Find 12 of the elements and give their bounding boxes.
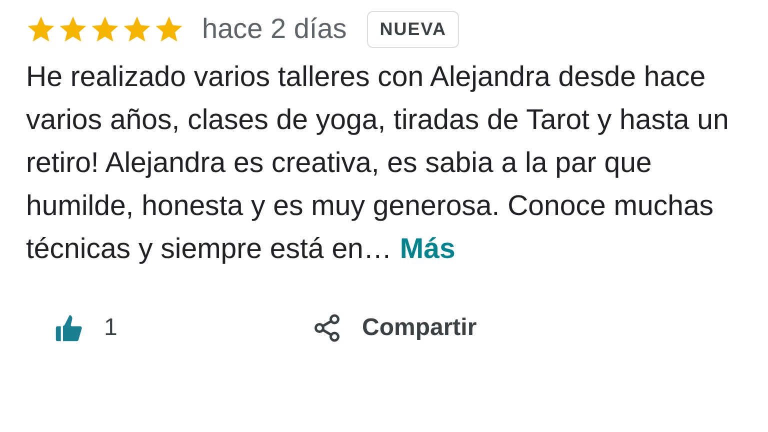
share-icon — [312, 313, 342, 343]
star-icon — [154, 14, 184, 44]
review-time: hace 2 días — [202, 13, 347, 45]
star-icon — [122, 14, 152, 44]
share-button[interactable]: Compartir — [312, 313, 477, 343]
star-icon — [58, 14, 88, 44]
new-badge: NUEVA — [366, 10, 460, 48]
star-icon — [90, 14, 120, 44]
more-link[interactable]: Más — [400, 233, 456, 265]
star-icon — [26, 14, 56, 44]
like-button[interactable]: 1 — [52, 311, 312, 345]
review-text: He realizado varios talleres con Alejandra desde hace varios años, clases de yoga, tiradas de Tarot y hasta un retiro! Alejandra es creativa, es sabia a la par que humilde, honesta y es muy generosa. Conoce muchas técnicas y siempre está en… Más — [26, 60, 730, 267]
